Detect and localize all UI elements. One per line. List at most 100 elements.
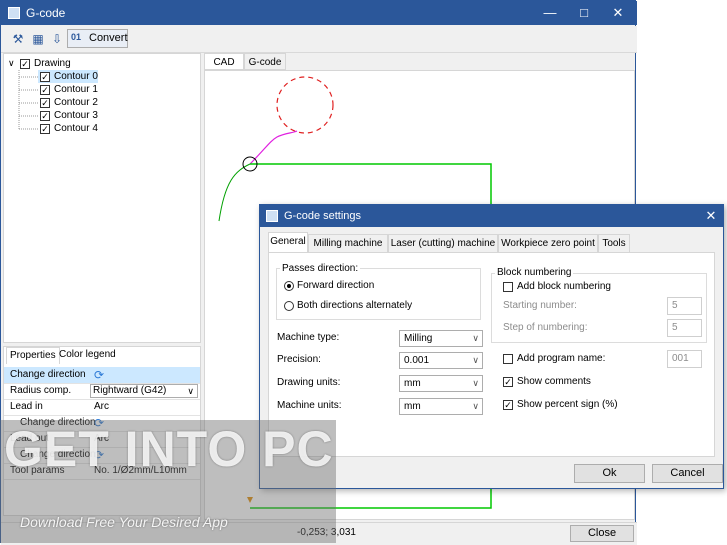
chevron-down-icon: ∨ [472,401,479,411]
program-name-input[interactable]: 001 [667,350,702,368]
starting-number-label: Starting number: [503,300,577,311]
prop-row-lead-in: Lead in Arc [4,399,200,416]
convert-label: Convert [89,32,128,44]
tab-milling-machine[interactable]: Milling machine [308,234,388,252]
prop-key: Radius comp. [10,385,72,396]
tree-item-label: Contour 1 [54,84,98,95]
prop-key: Change direction [10,369,86,380]
dialog-title: G-code settings [284,210,362,222]
tab-workpiece-zero-point[interactable]: Workpiece zero point [498,234,598,252]
machine-type-value: Milling [404,333,433,344]
radio-both-label[interactable]: Both directions alternately [297,300,412,311]
drawing-units-value: mm [404,378,421,389]
tab-properties[interactable]: Properties [6,347,60,364]
export-icon[interactable]: ⇩ [48,30,66,48]
machine-type-select[interactable]: Milling ∨ [399,330,483,347]
checkbox-add-block-numbering[interactable] [503,282,513,292]
show-comments-label[interactable]: Show comments [517,376,591,387]
tab-tools[interactable]: Tools [598,234,630,252]
chevron-down-icon[interactable]: ∨ [8,57,15,70]
step-numbering-input[interactable]: 5 [667,319,702,337]
checkbox-contour-1[interactable]: ✓ [40,85,50,95]
prop-row-change-direction[interactable]: Change direction ⟳ [4,367,200,384]
radio-both[interactable] [284,301,294,311]
checkbox-contour-3[interactable]: ✓ [40,111,50,121]
tree-item-label: Contour 4 [54,123,98,134]
dialog-title-bar: G-code settings ✕ [260,205,723,227]
chevron-down-icon: ∨ [472,378,479,388]
tab-laser-machine[interactable]: Laser (cutting) machine [388,234,498,252]
minimize-button[interactable]: — [533,1,567,25]
binary-icon: 01 [71,32,82,42]
convert-button[interactable]: 01 Convert [67,29,128,48]
watermark-title: GET INTO PC [4,421,334,477]
tree-root[interactable]: ∨ ✓ Drawing [8,57,198,70]
block-numbering-label: Block numbering [495,267,574,278]
tree-lines [18,70,38,130]
dialog-close-icon[interactable]: ✕ [702,207,720,225]
chevron-down-icon: ∨ [472,333,479,343]
tab-gcode[interactable]: G-code [244,53,286,70]
tree-item-label: Contour 3 [54,110,98,121]
checkbox-drawing[interactable]: ✓ [20,59,30,69]
machine-type-label: Machine type: [277,332,340,343]
checkbox-contour-2[interactable]: ✓ [40,98,50,108]
maximize-button[interactable]: □ [567,1,601,25]
tree-item-contour-1[interactable]: ✓ Contour 1 [38,83,98,96]
step-numbering-label: Step of numbering: [503,322,588,333]
checkbox-add-program-name[interactable] [503,354,513,364]
lead-out-path [218,163,251,222]
tree-item-contour-2[interactable]: ✓ Contour 2 [38,96,98,109]
drawing-tree: ∨ ✓ Drawing ✓ Contour 0 ✓ Contour 1 ✓ Co… [3,53,201,343]
window-title: G-code [26,6,66,20]
tab-general[interactable]: General [268,232,308,253]
toolbar: ⚒ ▦ ⇩ 01 Convert [1,26,637,53]
app-icon [8,7,20,19]
tree-item-label: Contour 2 [54,97,98,108]
machine-units-label: Machine units: [277,400,342,411]
checkbox-contour-0[interactable]: ✓ [40,72,50,82]
wrench-icon[interactable]: ⚒ [9,30,27,48]
tab-cad[interactable]: CAD [204,53,244,70]
radius-comp-value: Rightward (G42) [93,385,167,396]
save-icon[interactable]: ▦ [29,30,47,48]
ok-button[interactable]: Ok [574,464,645,483]
radio-forward[interactable] [284,281,294,291]
precision-select[interactable]: 0.001 ∨ [399,352,483,369]
prop-key: Lead in [10,401,43,412]
title-bar: G-code — □ ✕ [1,1,637,25]
tree-item-contour-4[interactable]: ✓ Contour 4 [38,122,98,135]
chevron-down-icon: ∨ [187,386,194,396]
tree-item-contour-3[interactable]: ✓ Contour 3 [38,109,98,122]
refresh-icon[interactable]: ⟳ [94,367,104,383]
precision-label: Precision: [277,354,321,365]
checkbox-show-comments[interactable]: ✓ [503,377,513,387]
precision-value: 0.001 [404,355,430,366]
drawing-units-label: Drawing units: [277,377,341,388]
watermark-subtitle: Download Free Your Desired App [20,514,228,530]
checkbox-show-percent[interactable]: ✓ [503,400,513,410]
dialog-icon [266,210,278,222]
tree-item-label: Contour 0 [54,71,98,82]
cad-tabs: CAD G-code [204,53,635,70]
show-percent-label[interactable]: Show percent sign (%) [517,399,618,410]
passes-direction-group [276,268,481,320]
tree-item-contour-0[interactable]: ✓ Contour 0 [38,70,98,83]
checkbox-contour-4[interactable]: ✓ [40,124,50,134]
cancel-button[interactable]: Cancel [652,464,723,483]
chevron-down-icon: ∨ [472,355,479,365]
machine-units-select[interactable]: mm ∨ [399,398,483,415]
lead-in-path [249,130,298,165]
starting-number-input[interactable]: 5 [667,297,702,315]
radius-comp-select[interactable]: Rightward (G42) ∨ [90,384,198,398]
passes-direction-label: Passes direction: [280,263,361,274]
add-program-name-label[interactable]: Add program name: [517,353,605,364]
close-window-button[interactable]: ✕ [601,1,635,25]
add-block-numbering-label[interactable]: Add block numbering [517,281,611,292]
tree-root-label: Drawing [34,58,71,69]
drawing-units-select[interactable]: mm ∨ [399,375,483,392]
close-button[interactable]: Close [570,525,634,542]
prop-value[interactable]: Arc [94,399,109,415]
radio-forward-label[interactable]: Forward direction [297,280,374,291]
tab-color-legend[interactable]: Color legend [56,347,119,363]
